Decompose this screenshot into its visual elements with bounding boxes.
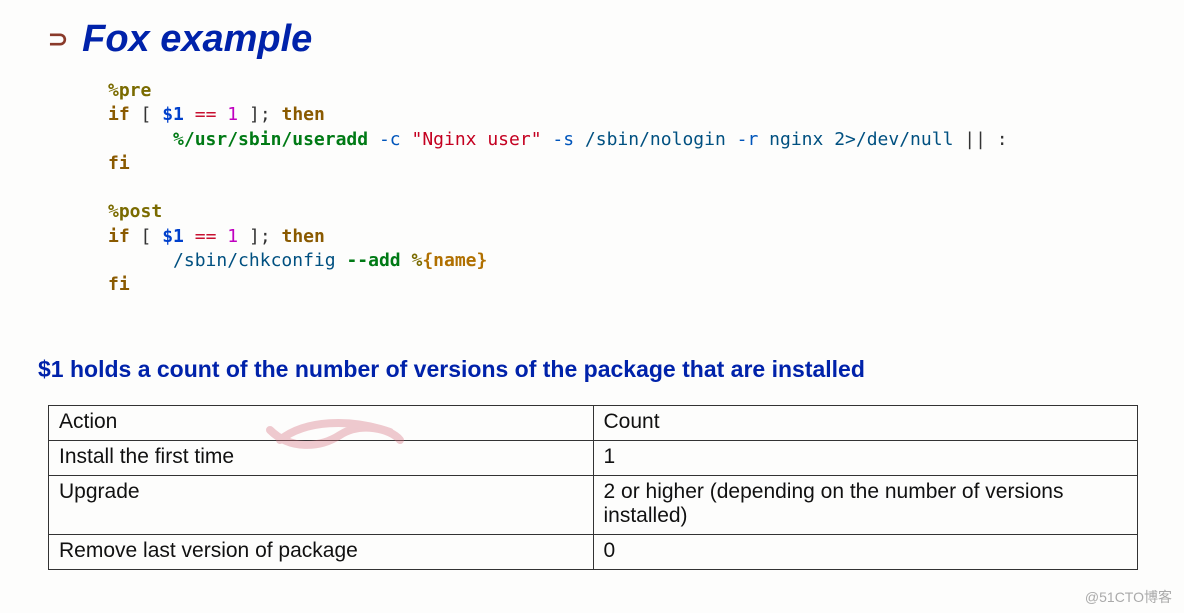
code-pre-block: %pre if [ $1 == 1 ]; then %/usr/sbin/use…	[108, 79, 1136, 298]
table-row: Upgrade 2 or higher (depending on the nu…	[49, 475, 1138, 534]
punc: ]	[249, 226, 260, 247]
arg-nginx: nginx	[769, 129, 823, 150]
redir: 2>/dev/null	[834, 129, 953, 150]
macro-pre: %pre	[108, 80, 151, 101]
var: $1	[162, 104, 184, 125]
cell-action: Remove last version of package	[49, 534, 594, 569]
name-macro: {name}	[422, 250, 487, 271]
kw-if: if	[108, 104, 130, 125]
flag-c: -c	[379, 129, 401, 150]
kw-then: then	[282, 226, 325, 247]
flag-s: -s	[552, 129, 574, 150]
op: ==	[195, 104, 217, 125]
punc: ;	[260, 104, 271, 125]
num: 1	[227, 104, 238, 125]
col-action: Action	[49, 405, 594, 440]
table-header-row: Action Count	[49, 405, 1138, 440]
punc: ]	[249, 104, 260, 125]
watermark: @51CTO博客	[1085, 587, 1172, 607]
cell-action: Upgrade	[49, 475, 594, 534]
slide-content: ⊃ Fox example %pre if [ $1 == 1 ]; then …	[0, 0, 1184, 570]
cell-count: 0	[593, 534, 1138, 569]
macro-post: %post	[108, 201, 162, 222]
kw-fi: fi	[108, 274, 130, 295]
subheading: $1 holds a count of the number of versio…	[38, 356, 1136, 383]
slide-title: Fox example	[82, 18, 312, 61]
kw-then: then	[282, 104, 325, 125]
num: 1	[227, 226, 238, 247]
punc: ;	[260, 226, 271, 247]
kw-fi: fi	[108, 153, 130, 174]
str-user: "Nginx user"	[411, 129, 541, 150]
bullet-icon: ⊃	[48, 25, 68, 54]
op: ==	[195, 226, 217, 247]
cell-count: 1	[593, 440, 1138, 475]
path-chkconfig: /sbin/chkconfig	[173, 250, 336, 271]
table-row: Install the first time 1	[49, 440, 1138, 475]
orcolon: || :	[964, 129, 1007, 150]
kw-if: if	[108, 226, 130, 247]
cell-action: Install the first time	[49, 440, 594, 475]
punc: [	[141, 226, 152, 247]
col-count: Count	[593, 405, 1138, 440]
var: $1	[162, 226, 184, 247]
table-row: Remove last version of package 0	[49, 534, 1138, 569]
cmd-useradd: %/usr/sbin/useradd	[173, 129, 368, 150]
path-nologin: /sbin/nologin	[585, 129, 726, 150]
flag-r: -r	[737, 129, 759, 150]
cell-count: 2 or higher (depending on the number of …	[593, 475, 1138, 534]
pct: %	[411, 250, 422, 271]
count-table: Action Count Install the first time 1 Up…	[48, 405, 1138, 570]
title-row: ⊃ Fox example	[48, 18, 1136, 61]
flag-add: --add	[346, 250, 400, 271]
punc: [	[141, 104, 152, 125]
